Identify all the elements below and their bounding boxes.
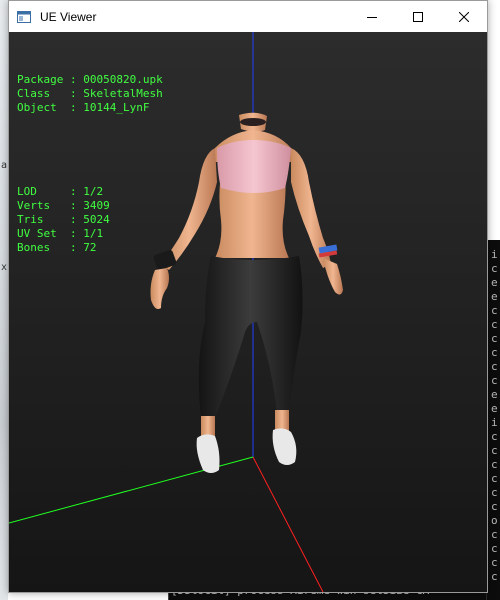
console-glyph: i (491, 416, 498, 429)
info-value: 10144_LynF (83, 101, 150, 114)
info-key: Package (17, 73, 64, 86)
info-separator: : (63, 73, 84, 86)
console-glyph: c (491, 500, 498, 513)
info-row-object: Object : 10144_LynF (17, 101, 163, 115)
info-key: LOD (17, 185, 64, 198)
info-row-lod: LOD : 1/2 (17, 185, 163, 199)
minimize-icon (367, 16, 377, 18)
ue-viewer-app-icon (16, 9, 32, 25)
info-value: 1/1 (83, 227, 104, 240)
console-glyph: c (491, 486, 498, 499)
info-separator: : (63, 241, 84, 254)
info-row-package: Package : 00050820.upk (17, 73, 163, 87)
info-value: 5024 (83, 213, 110, 226)
desktop-mark: x (1, 262, 8, 273)
console-glyph: c (491, 444, 498, 457)
info-key: Bones (17, 241, 64, 254)
console-glyph: e (491, 388, 498, 401)
info-value: 72 (83, 241, 97, 254)
console-glyph: c (491, 430, 498, 443)
info-separator: : (63, 199, 84, 212)
console-glyph: o (491, 514, 498, 527)
minimize-button[interactable] (349, 1, 395, 32)
3d-viewport[interactable]: Package : 00050820.upk Class : SkeletalMe… (9, 32, 487, 592)
console-glyph: e (491, 276, 498, 289)
info-row-bones: Bones : 72 (17, 241, 163, 255)
console-glyph: e (491, 290, 498, 303)
close-button[interactable] (441, 1, 487, 32)
desktop-mark: a (1, 160, 8, 171)
console-glyph: e (491, 402, 498, 415)
info-value: 00050820.upk (83, 73, 163, 86)
console-glyph: c (491, 528, 498, 541)
console-glyph: c (491, 262, 498, 275)
info-key: Tris (17, 213, 64, 226)
ue-viewer-window[interactable]: UE Viewer Package: 00050820.upk Class:… (8, 0, 488, 593)
console-glyph: c (491, 542, 498, 555)
info-separator: : (63, 87, 84, 100)
desktop-background-strip: a x (0, 0, 8, 600)
info-value: 3409 (83, 199, 110, 212)
info-row-uv-set: UV Set : 1/1 (17, 227, 163, 241)
console-glyph: c (491, 304, 498, 317)
console-glyph: i (491, 248, 498, 261)
console-glyph: c (491, 556, 498, 569)
console-glyph: c (491, 346, 498, 359)
maximize-icon (413, 11, 423, 22)
info-value: 1/2 (83, 185, 104, 198)
console-glyph: c (491, 570, 498, 583)
console-glyph: c (491, 332, 498, 345)
mesh-info-overlay: Package : 00050820.upk Class : SkeletalMe… (17, 45, 163, 283)
info-key: Class (17, 87, 64, 100)
console-glyph: c (491, 458, 498, 471)
info-row-class: Class : SkeletalMesh (17, 87, 163, 101)
character-model (150, 112, 343, 473)
console-scroll-column: iceecccccceeiccccccocccc (486, 240, 500, 600)
console-glyph: c (491, 472, 498, 485)
console-glyph-column: iceecccccceeiccccccocccc (491, 248, 500, 584)
console-glyph: c (491, 318, 498, 331)
window-title: UE Viewer (40, 9, 97, 24)
console-glyph: c (491, 374, 498, 387)
info-key: Object (17, 101, 64, 114)
info-row-tris: Tris : 5024 (17, 213, 163, 227)
info-value: SkeletalMesh (83, 87, 163, 100)
info-key: UV Set (17, 227, 64, 240)
info-row-verts: Verts : 3409 (17, 199, 163, 213)
info-separator: : (63, 213, 84, 226)
close-icon (459, 11, 469, 22)
info-separator: : (63, 227, 84, 240)
title-bar[interactable]: UE Viewer (9, 1, 487, 32)
info-separator: : (63, 185, 84, 198)
info-separator: : (63, 101, 84, 114)
info-key: Verts (17, 199, 64, 212)
x-axis (252, 456, 324, 592)
maximize-button[interactable] (395, 1, 441, 32)
console-glyph: c (491, 360, 498, 373)
